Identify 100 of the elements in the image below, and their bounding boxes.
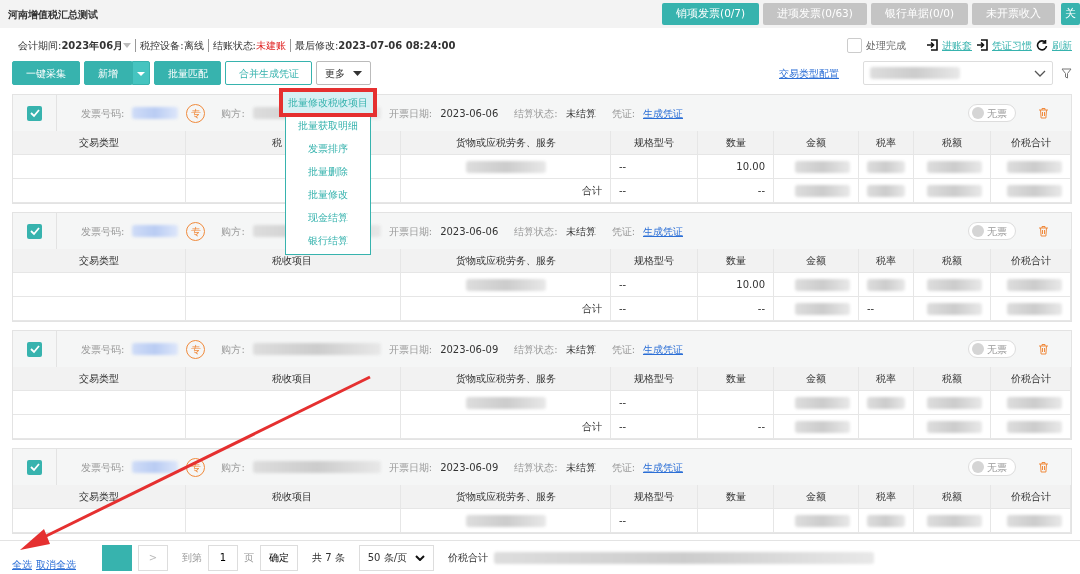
field-label: 到第 xyxy=(182,551,202,565)
link[interactable]: 凭证习惯 xyxy=(992,37,1032,53)
column-header: 税率 xyxy=(859,485,914,509)
link[interactable]: 全选 xyxy=(12,557,32,572)
page-input[interactable]: 1 xyxy=(208,544,238,571)
field-label: 结账状态: xyxy=(212,38,256,53)
table-cell-text: -- xyxy=(619,514,627,528)
refresh-icon xyxy=(1036,39,1048,51)
toolbar-button[interactable]: 批量匹配 xyxy=(154,61,221,85)
menu-item[interactable]: 批量删除 xyxy=(286,160,370,183)
menu-item[interactable]: 批量修改税收项目 xyxy=(282,91,374,114)
field-value: 2023-06-09 xyxy=(440,342,499,357)
field-label: 结算状态: xyxy=(514,106,558,121)
toggle-switch[interactable]: 无票 xyxy=(968,340,1016,358)
caret-icon xyxy=(137,71,145,76)
filter-icon[interactable] xyxy=(1061,67,1072,79)
page-size-select[interactable]: 50 条/页 xyxy=(358,544,434,571)
column-header: 税额 xyxy=(914,367,991,391)
checkbox-label: 处理完成 xyxy=(866,38,906,53)
enter-icon xyxy=(926,39,938,51)
field-label: 会计期间: xyxy=(18,38,62,53)
toggle-switch[interactable]: 无票 xyxy=(968,104,1016,122)
column-header: 货物或应税劳务、服务 xyxy=(401,249,611,273)
column-header: 价税合计 xyxy=(991,249,1071,273)
checkbox[interactable] xyxy=(27,459,42,475)
field-label: 发票号码: xyxy=(81,342,125,357)
toggle-switch[interactable]: 无票 xyxy=(968,222,1016,240)
redacted-text xyxy=(132,225,179,237)
chevron-icon[interactable] xyxy=(1034,69,1046,77)
next-page-button[interactable]: > xyxy=(138,544,168,571)
column-header: 价税合计 xyxy=(991,485,1071,509)
field-value: 2023-07-06 08:24:00 xyxy=(338,38,456,53)
link[interactable]: 生成凭证 xyxy=(643,223,683,239)
column-header: 税率 xyxy=(859,249,914,273)
field-label: 税控设备: xyxy=(140,38,184,53)
column-header: 税额 xyxy=(914,131,991,155)
field-label: 发票号码: xyxy=(81,224,125,239)
check-icon xyxy=(28,462,41,472)
toolbar-button[interactable]: 一键采集 xyxy=(12,61,80,85)
toggle-switch[interactable]: 无票 xyxy=(968,458,1016,476)
close-button[interactable]: 关 xyxy=(1061,3,1080,25)
checkbox[interactable] xyxy=(27,341,42,357)
column-header: 交易类型 xyxy=(13,367,186,391)
field-value: 未结算 xyxy=(565,224,596,239)
page-button[interactable] xyxy=(102,544,132,571)
column-header: 税率 xyxy=(859,131,914,155)
field-label: 开票日期: xyxy=(388,342,433,357)
column-header: 数量 xyxy=(698,249,774,273)
column-header: 数量 xyxy=(698,485,774,509)
column-header: 货物或应税劳务、服务 xyxy=(401,131,611,155)
checkbox[interactable] xyxy=(27,223,42,239)
field-label: 购方: xyxy=(221,224,245,239)
tab[interactable]: 销项发票(0/7) xyxy=(662,3,760,25)
link[interactable]: 取消全选 xyxy=(36,557,76,572)
link[interactable]: 刷新 xyxy=(1052,37,1072,53)
column-header: 税率 xyxy=(859,367,914,391)
column-header: 规格型号 xyxy=(611,131,698,155)
confirm-button[interactable]: 确定 xyxy=(260,544,298,571)
check-icon xyxy=(28,108,41,118)
menu-item[interactable]: 批量修改 xyxy=(286,183,370,206)
column-header: 金额 xyxy=(774,249,859,273)
field-label: 购方: xyxy=(221,342,245,357)
field-value: 2023-06-09 xyxy=(440,460,499,475)
menu-button[interactable]: 更多 xyxy=(316,61,371,85)
checkbox[interactable] xyxy=(27,105,42,121)
link[interactable]: 交易类型配置 xyxy=(779,65,839,81)
column-header: 税额 xyxy=(914,485,991,509)
checkbox[interactable] xyxy=(847,37,862,53)
link[interactable]: 进账套 xyxy=(942,37,972,53)
column-header: 数量 xyxy=(698,131,774,155)
toolbar-button[interactable]: 合并生成凭证 xyxy=(225,61,312,85)
column-header: 货物或应税劳务、服务 xyxy=(401,367,611,391)
link[interactable]: 生成凭证 xyxy=(643,105,683,121)
menu-item[interactable]: 银行结算 xyxy=(286,229,370,252)
trash-icon[interactable] xyxy=(1038,343,1049,355)
link[interactable]: 生成凭证 xyxy=(643,459,683,475)
column-header: 税收项目 xyxy=(186,367,401,391)
field-label: 最后修改: xyxy=(294,38,339,53)
field-label: 开票日期: xyxy=(388,460,433,475)
enter-icon xyxy=(976,39,988,51)
select-field[interactable] xyxy=(863,61,1053,85)
field-label: 开票日期: xyxy=(388,106,433,121)
dropdown-toggle-button[interactable] xyxy=(132,61,150,85)
link[interactable]: 生成凭证 xyxy=(643,341,683,357)
redacted-text xyxy=(132,461,179,473)
trash-icon[interactable] xyxy=(1038,461,1049,473)
field-label: 凭证: xyxy=(611,224,635,239)
trash-icon[interactable] xyxy=(1038,225,1049,237)
field-label: 页 xyxy=(244,551,254,565)
field-label: 凭证: xyxy=(611,342,635,357)
menu-item[interactable]: 现金结算 xyxy=(286,206,370,229)
column-header: 价税合计 xyxy=(991,367,1071,391)
redacted-text xyxy=(132,343,179,355)
field-value: 未结算 xyxy=(565,342,596,357)
table-cell-text: 10.00 xyxy=(736,278,765,292)
trash-icon[interactable] xyxy=(1038,107,1049,119)
caret-icon[interactable] xyxy=(123,42,132,48)
field-label: 开票日期: xyxy=(388,224,433,239)
toolbar-button[interactable]: 新增 xyxy=(84,61,132,85)
total-count: 共 7 条 xyxy=(312,551,345,565)
